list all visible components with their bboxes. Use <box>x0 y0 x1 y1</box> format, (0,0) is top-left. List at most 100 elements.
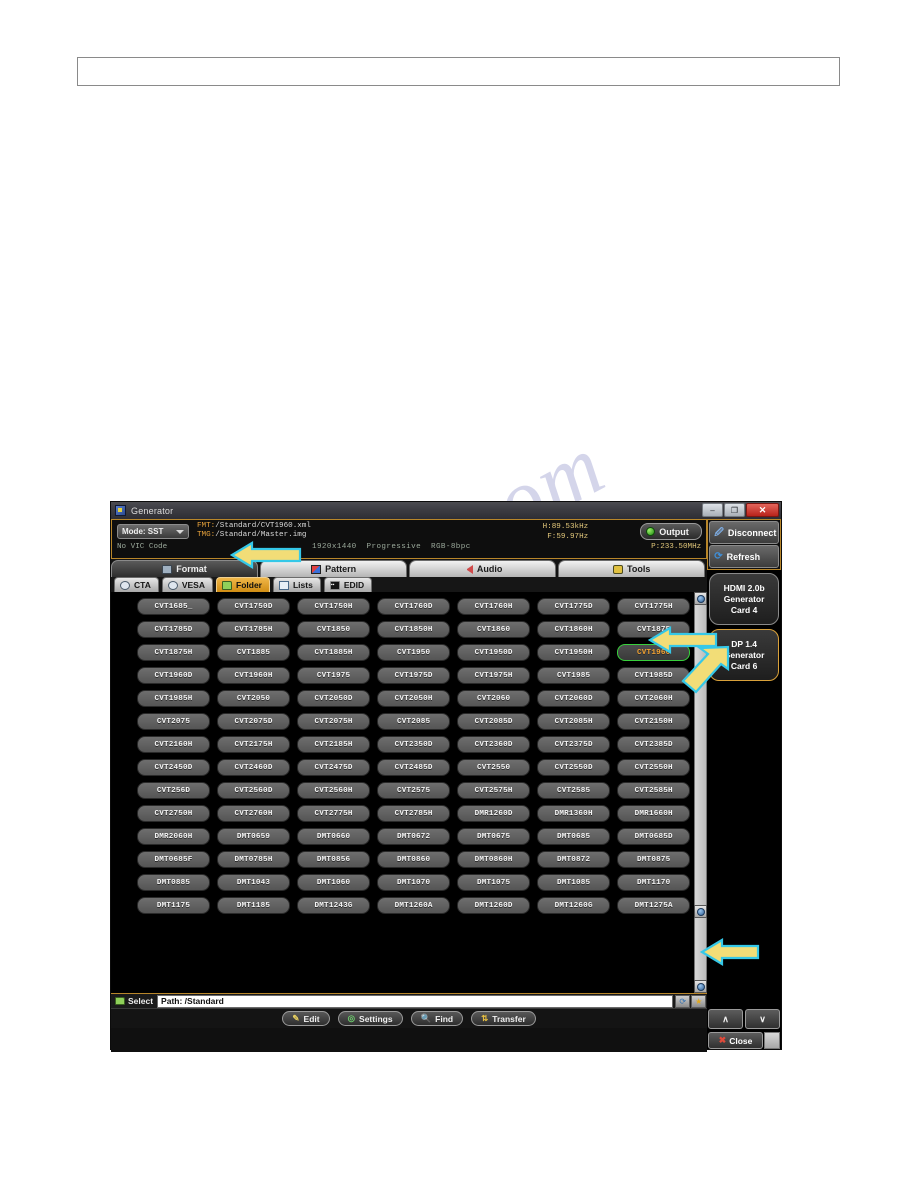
subtab-edid[interactable]: ▪▪ EDID <box>323 577 373 592</box>
format-button[interactable]: DMT0875 <box>617 851 691 868</box>
format-button[interactable]: CVT2450D <box>137 759 211 776</box>
card-dp-1-4-generator-card-6[interactable]: DP 1.4 Generator Card 6 <box>709 629 779 681</box>
format-button[interactable]: CVT1775D <box>537 598 611 615</box>
format-grid-scrollbar[interactable] <box>694 592 708 993</box>
format-button[interactable]: CVT1975D <box>377 667 451 684</box>
edit-button[interactable]: ✎ Edit <box>282 1011 330 1026</box>
format-button[interactable]: CVT1960D <box>137 667 211 684</box>
format-button[interactable]: CVT2785H <box>377 805 451 822</box>
format-button[interactable]: DMT0685F <box>137 851 211 868</box>
format-button[interactable]: CVT2050 <box>217 690 291 707</box>
subtab-folder[interactable]: Folder <box>216 577 270 592</box>
format-button[interactable]: DMT0672 <box>377 828 451 845</box>
format-button[interactable]: CVT2060H <box>617 690 691 707</box>
format-button[interactable]: CVT1750H <box>297 598 371 615</box>
format-button[interactable]: CVT1850H <box>377 621 451 638</box>
format-button[interactable]: CVT1985H <box>137 690 211 707</box>
format-button[interactable]: CVT1860H <box>537 621 611 638</box>
format-button[interactable]: CVT1960 <box>617 644 691 661</box>
format-button[interactable]: DMT0856 <box>297 851 371 868</box>
close-button[interactable]: ✖ Close <box>708 1032 763 1049</box>
transfer-button[interactable]: ⇅ Transfer <box>471 1011 536 1026</box>
format-button[interactable]: DMT1260D <box>457 897 531 914</box>
format-button[interactable]: CVT2175H <box>217 736 291 753</box>
tab-format[interactable]: Format <box>111 560 259 577</box>
format-button[interactable]: CVT1685_ <box>137 598 211 615</box>
subtab-vesa[interactable]: VESA <box>161 577 213 592</box>
tab-pattern[interactable]: Pattern <box>260 560 408 577</box>
format-button[interactable]: CVT2460D <box>217 759 291 776</box>
format-button[interactable]: CVT2350D <box>377 736 451 753</box>
format-button[interactable]: CVT2560H <box>297 782 371 799</box>
format-button[interactable]: DMT1260G <box>537 897 611 914</box>
mode-selector[interactable]: Mode: SST <box>117 524 189 539</box>
format-button[interactable]: CVT2575H <box>457 782 531 799</box>
format-button[interactable]: CVT1985 <box>537 667 611 684</box>
nav-down-button[interactable]: ∨ <box>745 1009 780 1029</box>
format-button[interactable]: CVT1875 <box>617 621 691 638</box>
format-button[interactable]: CVT256D <box>137 782 211 799</box>
format-button[interactable]: DMT1185 <box>217 897 291 914</box>
format-button[interactable]: CVT1775H <box>617 598 691 615</box>
output-toggle-button[interactable]: Output <box>640 523 703 540</box>
format-button[interactable]: CVT2085H <box>537 713 611 730</box>
format-button[interactable]: CVT1875H <box>137 644 211 661</box>
subtab-cta[interactable]: CTA <box>114 577 159 592</box>
format-button[interactable]: DMT1175 <box>137 897 211 914</box>
maximize-button[interactable]: ❐ <box>724 503 745 517</box>
path-field[interactable]: Path: /Standard <box>157 994 674 1008</box>
tab-audio[interactable]: Audio <box>409 560 557 577</box>
format-button[interactable]: CVT2060D <box>537 690 611 707</box>
card-hdmi-2-0b-generator-card-4[interactable]: HDMI 2.0b Generator Card 4 <box>709 573 779 625</box>
format-button[interactable]: CVT2550D <box>537 759 611 776</box>
format-button[interactable]: CVT1850 <box>297 621 371 638</box>
disconnect-button[interactable]: 🖉 Disconnect <box>709 521 779 544</box>
format-button[interactable]: CVT2585H <box>617 782 691 799</box>
format-button[interactable]: CVT2375D <box>537 736 611 753</box>
format-button[interactable]: DMT0885 <box>137 874 211 891</box>
format-button[interactable]: DMR1260D <box>457 805 531 822</box>
format-button[interactable]: DMT0872 <box>537 851 611 868</box>
format-button[interactable]: DMT0860H <box>457 851 531 868</box>
format-button[interactable]: CVT2475D <box>297 759 371 776</box>
scroll-down-button[interactable] <box>694 980 708 993</box>
close-window-button[interactable]: ✕ <box>746 503 779 517</box>
nav-up-button[interactable]: ∧ <box>708 1009 743 1029</box>
scrollbar-thumb-upper[interactable] <box>694 605 708 905</box>
format-button[interactable]: CVT1785H <box>217 621 291 638</box>
format-button[interactable]: CVT1950D <box>457 644 531 661</box>
format-button[interactable]: DMT1075 <box>457 874 531 891</box>
format-button[interactable]: DMT1060 <box>297 874 371 891</box>
format-button[interactable]: CVT2085 <box>377 713 451 730</box>
format-button[interactable]: DMR2060H <box>137 828 211 845</box>
select-button[interactable]: Select <box>111 994 157 1008</box>
format-button[interactable]: CVT2585 <box>537 782 611 799</box>
format-button[interactable]: CVT1785D <box>137 621 211 638</box>
format-button[interactable]: DMT1043 <box>217 874 291 891</box>
format-button[interactable]: CVT1760H <box>457 598 531 615</box>
find-button[interactable]: 🔍 Find <box>410 1011 464 1026</box>
format-button[interactable]: CVT2385D <box>617 736 691 753</box>
scrollbar-thumb-lower[interactable] <box>694 918 708 980</box>
format-button[interactable]: DMT0685 <box>537 828 611 845</box>
format-button[interactable]: CVT1885H <box>297 644 371 661</box>
format-button[interactable]: CVT2050D <box>297 690 371 707</box>
format-button[interactable]: CVT2050H <box>377 690 451 707</box>
format-button[interactable]: CVT1950H <box>537 644 611 661</box>
format-button[interactable]: DMT1085 <box>537 874 611 891</box>
format-button[interactable]: DMT1275A <box>617 897 691 914</box>
format-button[interactable]: DMT0675 <box>457 828 531 845</box>
format-button[interactable]: CVT2160H <box>137 736 211 753</box>
format-button[interactable]: CVT2760H <box>217 805 291 822</box>
format-button[interactable]: CVT2775H <box>297 805 371 822</box>
format-button[interactable]: CVT2575 <box>377 782 451 799</box>
format-button[interactable]: CVT2550 <box>457 759 531 776</box>
format-button[interactable]: CVT2060 <box>457 690 531 707</box>
format-button[interactable]: CVT1750D <box>217 598 291 615</box>
favorite-icon[interactable]: ★ <box>691 994 707 1008</box>
format-button[interactable]: DMT0860 <box>377 851 451 868</box>
format-button[interactable]: CVT2560D <box>217 782 291 799</box>
refresh-button[interactable]: ⟳ Refresh <box>709 545 779 568</box>
refresh-icon[interactable]: ⟳ <box>675 994 691 1008</box>
format-button[interactable]: DMT0660 <box>297 828 371 845</box>
